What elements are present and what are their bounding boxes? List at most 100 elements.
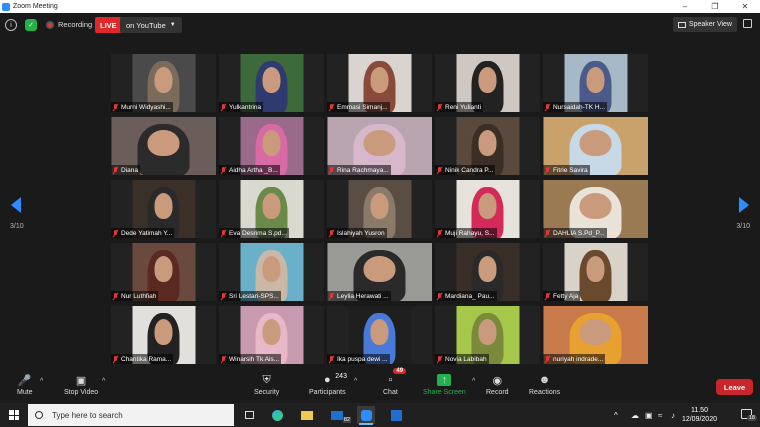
participant-name-bar: Rina Rachmaya...	[327, 165, 391, 175]
fullscreen-icon[interactable]	[743, 19, 752, 28]
info-icon[interactable]: i	[5, 19, 17, 31]
participant-tile[interactable]: Yulkantrina	[219, 54, 324, 112]
participant-name-bar: Aidha Artha _B...	[219, 165, 280, 175]
participant-tile[interactable]: Nursaidah-TK H...	[543, 54, 648, 112]
participant-tile[interactable]: Reni Yulianti	[435, 54, 540, 112]
record-label: Record	[486, 389, 509, 396]
stop-video-button[interactable]: ▣ Stop Video	[64, 374, 98, 397]
reactions-button[interactable]: ☻ Reactions	[529, 374, 560, 396]
wifi-icon[interactable]: ≈	[658, 403, 662, 427]
participant-name: Dede Yatimah Y...	[121, 229, 173, 237]
next-page-arrow-icon[interactable]	[739, 197, 749, 213]
participant-face	[478, 129, 497, 156]
task-view-icon[interactable]	[240, 406, 258, 424]
participant-tile[interactable]: nuriyah indrade...	[543, 306, 648, 364]
participant-tile[interactable]: Diana	[111, 117, 216, 175]
video-options-caret-icon[interactable]: ^	[102, 378, 105, 385]
recording-dot-icon	[46, 21, 54, 29]
volume-icon[interactable]: ♪	[671, 403, 675, 427]
participant-face	[478, 255, 497, 282]
participant-face	[579, 318, 612, 345]
participant-name: Reni Yulianti	[445, 103, 482, 111]
participant-face	[154, 66, 173, 93]
participant-name-bar: Nur Luthfiah	[111, 291, 159, 301]
participant-face	[262, 66, 281, 93]
live-stream-dropdown[interactable]: on YouTube ▼	[120, 17, 182, 33]
participant-tile[interactable]: Leylia Herawati ...	[327, 243, 432, 301]
tray-chevron-icon[interactable]: ^	[614, 403, 618, 427]
participant-tile[interactable]: Ika puspa dewi ...	[327, 306, 432, 364]
onedrive-cloud-icon[interactable]: ☁	[631, 403, 639, 427]
record-button[interactable]: ◉ Record	[486, 374, 509, 397]
participant-tile[interactable]: Novia Labibah	[435, 306, 540, 364]
participant-tile[interactable]: Ninik Candra P...	[435, 117, 540, 175]
audio-options-caret-icon[interactable]: ^	[40, 378, 43, 385]
meeting-toolbar: 🎤 Mute ^ ▣ Stop Video ^ ⛨ Security ● 243 …	[0, 368, 760, 403]
participant-tile[interactable]: Aidha Artha _B...	[219, 117, 324, 175]
participant-tile[interactable]: Sri Lestari-SPS...	[219, 243, 324, 301]
participant-tile[interactable]: Islahiyah Yusron	[327, 180, 432, 238]
participant-face	[579, 129, 612, 156]
participant-tile[interactable]: Chantika Rama...	[111, 306, 216, 364]
participant-name-bar: Murni Widyashi...	[111, 102, 173, 112]
participant-name-bar: Sri Lestari-SPS...	[219, 291, 281, 301]
security-label: Security	[254, 389, 280, 396]
participant-tile[interactable]: Dede Yatimah Y...	[111, 180, 216, 238]
mic-muted-icon	[545, 103, 550, 111]
leave-button[interactable]: Leave	[716, 379, 753, 395]
participant-name: Chantika Rama...	[121, 355, 172, 363]
network-icon[interactable]: ▣	[645, 403, 653, 427]
close-icon[interactable]: ✕	[730, 0, 760, 13]
minimize-icon[interactable]: –	[670, 0, 700, 13]
mute-button[interactable]: 🎤 Mute	[17, 374, 33, 397]
file-explorer-icon[interactable]	[298, 406, 316, 424]
zoom-app-icon	[2, 2, 10, 11]
mic-muted-icon	[545, 229, 550, 237]
participant-tile[interactable]: Eva Desrima S.pd...	[219, 180, 324, 238]
maximize-icon[interactable]: ❐	[700, 0, 730, 13]
gallery-grid: Murni Widyashi... Yulkantrina Emmasi Siman…	[111, 54, 649, 364]
security-button[interactable]: ⛨ Security	[254, 374, 280, 397]
participant-tile[interactable]: Rina Rachmaya...	[327, 117, 432, 175]
participant-name-bar: Ninik Candra P...	[435, 165, 496, 175]
chat-unread-badge: 49	[393, 368, 407, 374]
mic-muted-icon	[437, 229, 442, 237]
share-options-caret-icon[interactable]: ^	[472, 378, 475, 385]
chat-button[interactable]: ▫ 49 Chat	[383, 368, 407, 396]
windows-start-icon[interactable]	[9, 410, 19, 420]
mic-muted-icon	[113, 103, 118, 111]
taskbar-search-box[interactable]: Type here to search	[28, 404, 234, 426]
previous-page-arrow-icon[interactable]	[11, 197, 21, 213]
participant-tile[interactable]: Fitrie Savira	[543, 117, 648, 175]
participant-tile[interactable]: Nur Luthfiah	[111, 243, 216, 301]
participant-face	[262, 129, 281, 156]
participant-tile[interactable]: DAHLIA S.Pd_P...	[543, 180, 648, 238]
taskbar-clock[interactable]: 11.50 12/09/2020	[682, 406, 717, 424]
participant-face	[363, 255, 396, 282]
participant-face	[262, 192, 281, 219]
mail-app-icon[interactable]: 82	[328, 406, 351, 424]
windows-taskbar: Type here to search 82 ^ ☁ ▣ ≈ ♪ 11.50 1…	[0, 403, 760, 427]
participant-tile[interactable]: Mardiana_ Pau...	[435, 243, 540, 301]
media-player-icon[interactable]	[387, 406, 405, 424]
participants-button[interactable]: ● 243 Participants	[309, 373, 347, 396]
edge-browser-icon[interactable]	[268, 406, 286, 424]
participant-tile[interactable]: Fetty Aja	[543, 243, 648, 301]
participants-caret-icon[interactable]: ^	[354, 378, 357, 385]
participant-name: Mardiana_ Pau...	[445, 292, 495, 300]
live-badge[interactable]: LIVE	[95, 17, 122, 33]
participant-name: Islahiyah Yusron	[337, 229, 385, 237]
participant-name: Eva Desrima S.pd...	[229, 229, 287, 237]
encryption-shield-icon[interactable]: ✓	[25, 19, 37, 31]
reactions-smiley-icon: ☻	[538, 374, 551, 386]
participant-name: Ika puspa dewi ...	[337, 355, 388, 363]
mic-muted-icon	[545, 355, 550, 363]
clock-time: 11.50	[690, 407, 708, 414]
participant-tile[interactable]: Muji Rahayu, S...	[435, 180, 540, 238]
participant-tile[interactable]: Emmasi Simanj...	[327, 54, 432, 112]
participant-tile[interactable]: Winarsih Tk Ais...	[219, 306, 324, 364]
zoom-taskbar-icon[interactable]	[357, 406, 375, 425]
participant-tile[interactable]: Murni Widyashi...	[111, 54, 216, 112]
share-screen-button[interactable]: ↑ Share Screen	[423, 374, 466, 396]
speaker-view-button[interactable]: Speaker View	[672, 17, 737, 32]
